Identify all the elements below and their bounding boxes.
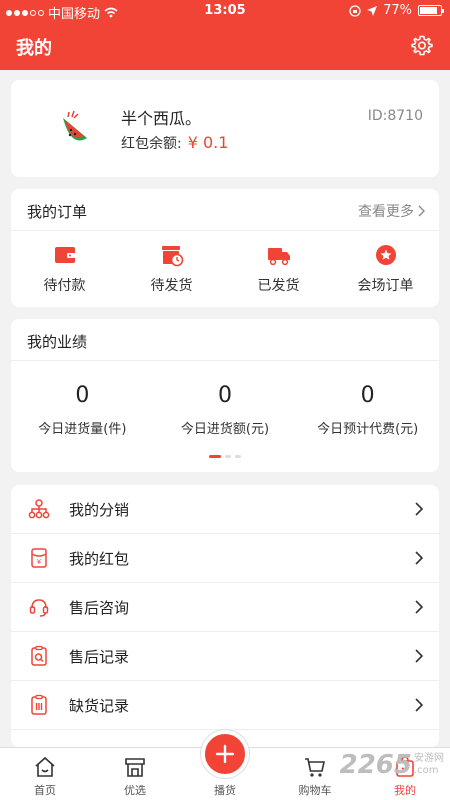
watermelon-icon — [63, 110, 87, 141]
performance-row[interactable]: 0 今日进货量(件) 0 今日进货额(元) 0 今日预计代费(元) — [11, 361, 439, 445]
red-packet-icon: ¥ — [31, 548, 47, 568]
clock-box-icon — [161, 246, 183, 267]
page-dot — [225, 455, 231, 458]
distribution-icon — [28, 499, 50, 519]
store-icon — [125, 758, 145, 777]
menu-card: 我的分销 ¥ 我的红包 售后咨询 售后记录 缺货记录 — [11, 485, 439, 747]
menu-label: 我的分销 — [69, 501, 130, 519]
perf-value: 0 — [75, 383, 90, 408]
username: 半个西瓜。 — [121, 109, 202, 128]
order-pending-shipment[interactable]: 待发货 — [118, 231, 225, 307]
tab-label: 首页 — [34, 784, 56, 797]
page-title: 我的 — [16, 38, 52, 59]
chevron-right-icon — [415, 551, 423, 565]
status-right: 77% — [349, 3, 444, 18]
menu-label: 售后记录 — [69, 648, 130, 666]
menu-item-after-sale-consult[interactable]: 售后咨询 — [11, 583, 439, 632]
performance-title: 我的业绩 — [27, 333, 88, 351]
order-item-label: 已发货 — [257, 278, 300, 294]
star-badge-icon — [375, 245, 396, 265]
orders-header: 我的订单 查看更多 — [11, 189, 439, 231]
orders-card: 我的订单 查看更多 待付款 待发货 已发货 会场订单 — [11, 189, 439, 307]
chevron-right-icon — [415, 502, 423, 516]
chevron-right-icon — [415, 698, 423, 712]
menu-item-after-sale-records[interactable]: 售后记录 — [11, 632, 439, 681]
tab-label: 播货 — [214, 784, 236, 797]
performance-card: 我的业绩 0 今日进货量(件) 0 今日进货额(元) 0 今日预计代费(元) — [11, 319, 439, 472]
watermark-number: 2265 — [339, 750, 412, 780]
orders-title: 我的订单 — [27, 203, 88, 221]
perf-value: 0 — [360, 383, 375, 408]
perf-label: 今日进货量(件) — [38, 422, 127, 437]
menu-label: 我的红包 — [69, 550, 130, 568]
watermark-logo: 2265 安游网 .com — [340, 750, 444, 780]
balance-value: ¥ 0.1 — [187, 133, 229, 152]
perf-estimated-fee: 0 今日预计代费(元) — [296, 361, 439, 445]
watermark-suffix-bottom: .com — [414, 765, 439, 776]
balance-label: 红包余额: — [121, 136, 182, 152]
status-bar: 中国移动 13:05 77% — [0, 0, 450, 22]
perf-purchase-amount: 0 今日进货额(元) — [154, 361, 297, 445]
chevron-right-icon — [415, 600, 423, 614]
perf-label: 今日进货额(元) — [180, 422, 270, 437]
chevron-right-icon — [415, 649, 423, 663]
menu-label: 售后咨询 — [69, 599, 130, 617]
order-item-label: 会场订单 — [357, 278, 414, 294]
page-dot-active — [209, 455, 221, 458]
balance: 红包余额: ¥ 0.1 — [121, 133, 228, 153]
truck-icon — [267, 248, 290, 266]
order-venue[interactable]: 会场订单 — [332, 231, 439, 307]
menu-item-distribution[interactable]: 我的分销 — [11, 485, 439, 534]
order-item-label: 待发货 — [150, 278, 193, 294]
tab-label: 购物车 — [298, 784, 332, 797]
home-icon — [35, 756, 55, 777]
profile-card[interactable]: 半个西瓜。 红包余额: ¥ 0.1 ID:8710 — [11, 80, 439, 177]
headset-icon — [29, 599, 49, 617]
order-pending-payment[interactable]: 待付款 — [11, 231, 118, 307]
perf-label: 今日预计代费(元) — [317, 422, 419, 437]
menu-item-out-of-stock-records[interactable]: 缺货记录 — [11, 681, 439, 730]
cart-icon — [305, 758, 325, 777]
order-shipped[interactable]: 已发货 — [225, 231, 332, 307]
plus-icon — [215, 744, 235, 764]
performance-header: 我的业绩 — [11, 319, 439, 361]
location-icon — [367, 5, 378, 16]
nav-bar: 我的 — [0, 22, 450, 70]
page-indicator — [11, 455, 439, 458]
clipboard-list-icon — [31, 694, 47, 715]
clipboard-search-icon — [31, 645, 47, 666]
tab-featured[interactable]: 优选 — [90, 748, 180, 800]
order-item-label: 待付款 — [43, 278, 86, 294]
watermark-suffix: 安游网 .com — [414, 753, 444, 777]
gear-icon[interactable] — [410, 34, 434, 58]
rotation-lock-icon — [349, 4, 361, 17]
battery-icon — [418, 5, 444, 16]
tab-home[interactable]: 首页 — [0, 748, 90, 800]
perf-purchase-quantity: 0 今日进货量(件) — [11, 361, 154, 445]
svg-text:¥: ¥ — [37, 558, 42, 566]
view-more-label: 查看更多 — [358, 204, 414, 220]
watermark-suffix-top: 安游网 — [414, 753, 444, 764]
view-more-link[interactable]: 查看更多 — [358, 201, 425, 221]
wallet-icon — [54, 247, 75, 263]
user-id: ID:8710 — [367, 108, 423, 124]
page-dot — [235, 455, 241, 458]
menu-item-red-packet[interactable]: ¥ 我的红包 — [11, 534, 439, 583]
broadcast-add-button[interactable] — [201, 730, 249, 778]
battery-percent: 77% — [383, 3, 412, 18]
chevron-right-icon — [418, 205, 425, 217]
orders-row: 待付款 待发货 已发货 会场订单 — [11, 231, 439, 307]
menu-label: 缺货记录 — [69, 697, 130, 715]
tab-label: 优选 — [124, 784, 146, 797]
perf-value: 0 — [218, 383, 232, 408]
tab-label: 我的 — [394, 784, 416, 797]
